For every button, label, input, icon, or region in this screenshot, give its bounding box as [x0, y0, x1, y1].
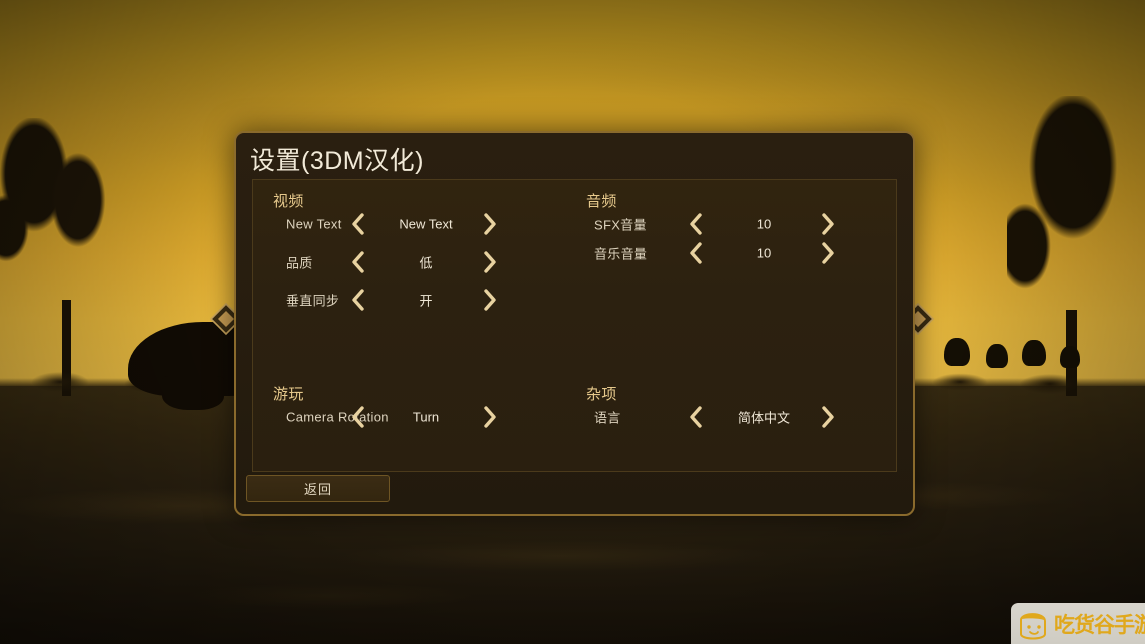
chevron-left-icon[interactable] — [349, 251, 367, 273]
setting-label: 品质 — [286, 255, 313, 271]
chevron-left-icon[interactable] — [349, 406, 367, 428]
setting-row-misc-0: 语言 简体中文 — [574, 403, 895, 431]
chevron-left-icon[interactable] — [349, 289, 367, 311]
settings-column-right: 音频 SFX音量 10 音乐音量 10 杂项 语言 简体中文 — [574, 180, 895, 471]
animal-silhouette-right-3 — [1022, 340, 1046, 366]
setting-row-gameplay-0: Camera Rotation Turn — [253, 403, 574, 431]
setting-label: 垂直同步 — [286, 293, 340, 309]
watermark-text: 吃货谷手游 — [1054, 613, 1145, 637]
settings-column-left: 视频 New Text New Text 品质 低 垂直同步 开 游玩 Came… — [253, 180, 574, 471]
setting-row-audio-1: 音乐音量 10 — [574, 239, 895, 267]
setting-value: 开 — [419, 293, 433, 309]
group-title-audio: 音频 — [586, 193, 617, 210]
chevron-left-icon[interactable] — [687, 213, 705, 235]
group-title-video: 视频 — [273, 193, 304, 210]
setting-label: 语言 — [594, 410, 621, 426]
group-title-gameplay: 游玩 — [273, 386, 304, 403]
chevron-left-icon[interactable] — [687, 242, 705, 264]
setting-value: Turn — [412, 409, 440, 425]
chevron-right-icon[interactable] — [819, 406, 837, 428]
animal-silhouette-right-4 — [1060, 346, 1080, 368]
back-button[interactable]: 返回 — [246, 475, 390, 502]
setting-row-video-0: New Text New Text — [253, 210, 574, 238]
game-settings-screen: 设置(3DM汉化) 视频 New Text New Text 品质 低 垂直同步… — [0, 0, 1145, 644]
setting-value: New Text — [399, 216, 453, 232]
chevron-right-icon[interactable] — [481, 213, 499, 235]
settings-inner-panel: 视频 New Text New Text 品质 低 垂直同步 开 游玩 Came… — [252, 179, 897, 472]
chevron-left-icon[interactable] — [687, 406, 705, 428]
setting-row-video-1: 品质 低 — [253, 248, 574, 276]
animal-silhouette-right-2 — [986, 344, 1008, 368]
setting-value: 10 — [756, 245, 772, 261]
setting-label: 音乐音量 — [594, 246, 648, 262]
chevron-right-icon[interactable] — [481, 406, 499, 428]
group-title-misc: 杂项 — [586, 386, 617, 403]
setting-label: SFX音量 — [594, 217, 647, 233]
chevron-right-icon[interactable] — [819, 242, 837, 264]
chevron-left-icon[interactable] — [349, 213, 367, 235]
chevron-right-icon[interactable] — [481, 251, 499, 273]
chevron-right-icon[interactable] — [481, 289, 499, 311]
setting-value: 10 — [756, 216, 772, 232]
mascot-face-icon — [1013, 604, 1053, 644]
settings-window: 设置(3DM汉化) 视频 New Text New Text 品质 低 垂直同步… — [234, 131, 915, 516]
animal-silhouette-right-1 — [944, 338, 970, 366]
setting-row-audio-0: SFX音量 10 — [574, 210, 895, 238]
page-title: 设置(3DM汉化) — [250, 147, 424, 175]
chevron-right-icon[interactable] — [819, 213, 837, 235]
setting-row-video-2: 垂直同步 开 — [253, 286, 574, 314]
setting-label: New Text — [286, 216, 342, 232]
setting-value: 低 — [419, 255, 433, 271]
watermark-badge: 吃货谷手游 — [1011, 603, 1145, 644]
setting-value: 简体中文 — [737, 410, 790, 426]
